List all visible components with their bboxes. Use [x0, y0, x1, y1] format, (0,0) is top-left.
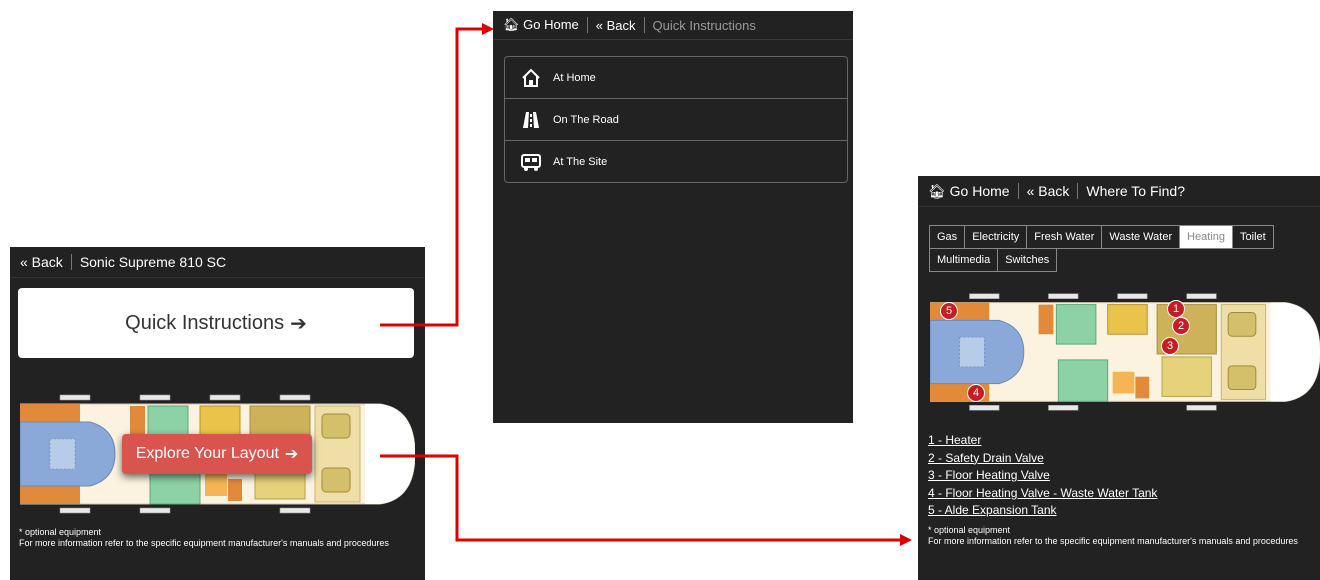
go-home-label: Go Home	[523, 17, 579, 32]
header-divider	[643, 17, 645, 33]
where-to-find-panel: 🏠︎ Go Home « Back Where To Find? Gas Ele…	[918, 176, 1320, 580]
menu-item-at-the-site[interactable]: At The Site	[505, 141, 847, 182]
tab-heating[interactable]: Heating	[1179, 225, 1234, 249]
tab-electricity[interactable]: Electricity	[964, 225, 1028, 249]
tab-waste-water[interactable]: Waste Water	[1101, 225, 1181, 249]
floor-plan-image	[930, 292, 1320, 412]
footnote: * optional equipment For more informatio…	[19, 527, 419, 549]
menu-item-on-the-road[interactable]: On The Road	[505, 99, 847, 141]
legend-item-heater[interactable]: 1 - Heater	[928, 432, 1157, 450]
page-title: Where To Find?	[1086, 183, 1185, 199]
marker-3[interactable]: 3	[1161, 337, 1179, 355]
menu-item-label: On The Road	[553, 113, 619, 126]
arrow-right-icon: ➔	[290, 312, 307, 335]
menu-item-at-home[interactable]: At Home	[505, 57, 847, 99]
footnote: * optional equipment For more informatio…	[928, 525, 1313, 547]
header-divider	[70, 254, 72, 270]
menu-item-label: At The Site	[553, 155, 608, 168]
marker-5[interactable]: 5	[940, 302, 958, 320]
quick-instructions-button[interactable]: Quick Instructions ➔	[18, 288, 414, 358]
instruction-menu: At Home On The Road At The Site	[504, 56, 848, 183]
go-home-link[interactable]: 🏠︎ Go Home	[503, 17, 579, 33]
tab-gas[interactable]: Gas	[929, 225, 966, 249]
legend-item-alde-expansion-tank[interactable]: 5 - Alde Expansion Tank	[928, 502, 1157, 520]
back-link[interactable]: « Back	[20, 254, 63, 270]
quick-instructions-header: 🏠︎ Go Home « Back Quick Instructions	[493, 11, 853, 40]
footnote-info: For more information refer to the specif…	[928, 536, 1298, 546]
quick-instructions-panel: 🏠︎ Go Home « Back Quick Instructions At …	[493, 11, 853, 423]
tab-switches[interactable]: Switches	[997, 248, 1058, 272]
marker-1[interactable]: 1	[1167, 300, 1185, 318]
model-panel: « Back Sonic Supreme 810 SC Quick Instru…	[10, 247, 425, 580]
footnote-info: For more information refer to the specif…	[19, 538, 389, 548]
page-title: Quick Instructions	[652, 17, 756, 33]
legend-list: 1 - Heater 2 - Safety Drain Valve 3 - Fl…	[928, 432, 1157, 520]
home-icon: 🏠︎	[928, 182, 946, 199]
model-title: Sonic Supreme 810 SC	[79, 254, 227, 270]
road-icon	[519, 108, 543, 132]
go-home-label: Go Home	[949, 182, 1010, 199]
where-to-find-header: 🏠︎ Go Home « Back Where To Find?	[918, 176, 1320, 207]
header-divider	[1077, 183, 1079, 199]
header-divider	[1017, 183, 1019, 199]
explore-layout-button[interactable]: Explore Your Layout ➔	[122, 434, 312, 474]
arrow-right-icon: ➔	[284, 446, 299, 463]
quick-instructions-label: Quick Instructions	[125, 311, 285, 334]
model-header: « Back Sonic Supreme 810 SC	[10, 247, 425, 278]
footnote-optional: * optional equipment	[928, 525, 1011, 535]
category-tabs: Gas Electricity Fresh Water Waste Water …	[929, 225, 1309, 272]
legend-item-floor-heating-valve[interactable]: 3 - Floor Heating Valve	[928, 467, 1157, 485]
legend-item-floor-heating-valve-waste-water-tank[interactable]: 4 - Floor Heating Valve - Waste Water Ta…	[928, 485, 1157, 503]
menu-item-label: At Home	[553, 71, 596, 84]
tab-fresh-water[interactable]: Fresh Water	[1026, 225, 1103, 249]
legend-item-safety-drain-valve[interactable]: 2 - Safety Drain Valve	[928, 450, 1157, 468]
back-link[interactable]: « Back	[596, 18, 636, 33]
header-divider	[586, 17, 588, 33]
campervan-icon	[519, 150, 543, 174]
back-link[interactable]: « Back	[1027, 183, 1070, 199]
tab-toilet[interactable]: Toilet	[1232, 225, 1274, 249]
marker-2[interactable]: 2	[1172, 317, 1190, 335]
footnote-optional: * optional equipment	[19, 527, 102, 537]
home-icon: 🏠︎	[503, 17, 520, 32]
arrowhead-where-to-find	[900, 534, 912, 546]
arrow-to-where-to-find	[380, 454, 900, 542]
explore-layout-label: Explore Your Layout	[135, 445, 279, 462]
tab-multimedia[interactable]: Multimedia	[929, 248, 999, 272]
go-home-link[interactable]: 🏠︎ Go Home	[928, 183, 1010, 200]
marker-4[interactable]: 4	[967, 384, 985, 402]
house-icon	[519, 66, 543, 90]
